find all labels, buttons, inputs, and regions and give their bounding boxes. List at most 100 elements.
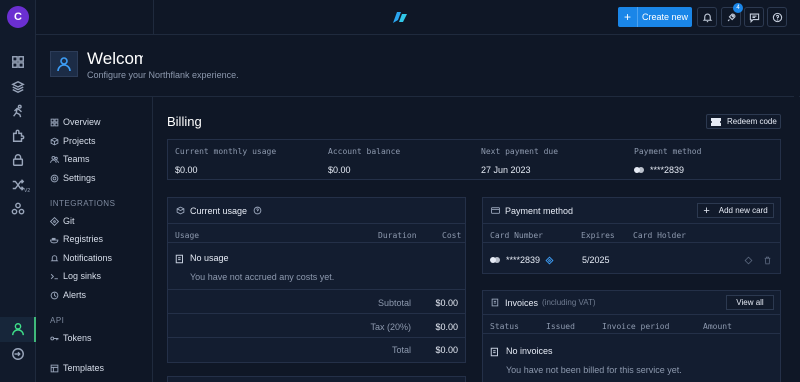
northflank-logo-icon[interactable] xyxy=(392,9,408,25)
summary-payment-method: Payment method ****2839 xyxy=(634,147,701,175)
column-header: Card Number xyxy=(490,231,543,240)
v2-label: V2 xyxy=(24,188,31,194)
create-new-label: Create new xyxy=(641,12,689,22)
card-expires: 5/2025 xyxy=(582,255,610,265)
default-card-icon xyxy=(545,255,554,265)
panel-title: Invoices xyxy=(505,297,539,308)
total-label: Total xyxy=(391,345,411,355)
key-icon xyxy=(50,336,59,340)
set-default-icon[interactable] xyxy=(744,256,753,265)
summary-value: 27 Jun 2023 xyxy=(481,165,531,175)
panel-note: (including VAT) xyxy=(542,298,596,307)
nav-label: Settings xyxy=(63,173,96,183)
empty-title: No usage xyxy=(190,253,229,263)
nav-item-tokens[interactable]: Tokens xyxy=(50,333,92,343)
column-header: Duration xyxy=(378,231,417,240)
add-new-card-button[interactable]: + Add new card xyxy=(697,203,774,218)
nav-label: Teams xyxy=(63,154,90,164)
puzzle-icon[interactable] xyxy=(10,128,26,144)
template-icon xyxy=(50,364,59,372)
card-number: ****2839 xyxy=(650,165,685,175)
notifications-button[interactable] xyxy=(697,7,717,27)
nav-section-integrations: INTEGRATIONS xyxy=(50,199,116,208)
invoices-panel: Invoices (including VAT) View all Status… xyxy=(482,290,781,382)
nav-item-projects[interactable]: Projects xyxy=(50,136,96,146)
bell-icon xyxy=(702,13,712,22)
summary-label: Next payment due xyxy=(481,147,559,156)
nav-item-notifications[interactable]: Notifications xyxy=(50,253,112,263)
column-header: Status xyxy=(490,322,519,331)
summary-value: $0.00 xyxy=(175,165,198,175)
card-number: ****2839 xyxy=(506,255,541,265)
divider xyxy=(168,313,465,314)
tax-value: $0.00 xyxy=(435,322,458,332)
payment-method-panel: Payment method + Add new card Card Numbe… xyxy=(482,197,781,274)
view-all-invoices-button[interactable]: View all xyxy=(726,295,774,310)
delete-card-icon[interactable] xyxy=(763,256,772,265)
running-icon[interactable] xyxy=(10,103,26,119)
create-new-button[interactable]: + Create new xyxy=(618,7,692,27)
logout-icon[interactable] xyxy=(10,346,26,362)
billing-title: Billing xyxy=(167,114,202,129)
nav-item-templates[interactable]: Templates xyxy=(50,363,104,373)
plus-icon: + xyxy=(618,7,638,27)
gear-icon xyxy=(50,174,59,182)
nav-item-teams[interactable]: Teams xyxy=(50,154,90,164)
subtotal-label: Subtotal xyxy=(377,298,411,308)
divider xyxy=(168,242,465,243)
receipt-icon xyxy=(175,254,183,264)
rail-item-account[interactable] xyxy=(0,317,36,342)
layers-icon[interactable] xyxy=(10,79,26,95)
nav-item-settings[interactable]: Settings xyxy=(50,173,96,183)
nav-section-api: API xyxy=(50,316,65,325)
summary-label: Payment method xyxy=(634,147,702,156)
nav-label: Overview xyxy=(63,117,101,127)
nav-item-overview[interactable]: Overview xyxy=(50,117,101,127)
plus-icon: + xyxy=(703,204,710,217)
redeem-code-button[interactable]: Redeem code xyxy=(706,114,781,129)
scrollbar-track[interactable] xyxy=(794,36,799,382)
welcome-user-icon xyxy=(50,51,78,77)
nav-item-registries[interactable]: Registries xyxy=(50,234,103,244)
cube-icon xyxy=(50,137,59,145)
nav-label: Projects xyxy=(63,136,96,146)
user-icon xyxy=(10,321,26,337)
column-header: Issued xyxy=(546,322,575,331)
nav-label: Notifications xyxy=(63,253,113,263)
add-card-label: Add new card xyxy=(718,206,768,215)
ticket-icon xyxy=(711,117,721,126)
page-title: Welcome xyxy=(87,49,143,68)
nav-label: Git xyxy=(63,216,75,226)
nav-item-git[interactable]: Git xyxy=(50,216,75,226)
nav-label: Log sinks xyxy=(63,271,102,281)
empty-title: No invoices xyxy=(506,346,553,356)
feedback-button[interactable] xyxy=(744,7,764,27)
top-bar: + Create new xyxy=(36,0,800,35)
summary-label: Current monthly usage xyxy=(175,147,277,156)
cube-icon xyxy=(176,206,185,215)
column-header: Invoice period xyxy=(602,322,670,331)
receipt-icon xyxy=(490,347,498,357)
docker-icon xyxy=(50,237,59,243)
terminal-icon xyxy=(50,273,58,279)
nav-label: Tokens xyxy=(63,333,92,343)
divider xyxy=(168,289,465,290)
nav-label: Templates xyxy=(63,363,105,373)
summary-balance: Account balance $0.00 xyxy=(328,147,400,175)
help-icon[interactable] xyxy=(253,206,262,215)
network-icon[interactable] xyxy=(10,201,26,217)
tax-label: Tax (20%) xyxy=(370,322,411,332)
lock-icon[interactable] xyxy=(10,152,26,168)
notification-badge: 4 xyxy=(733,3,743,13)
nav-item-alerts[interactable]: Alerts xyxy=(50,290,86,300)
git-icon xyxy=(50,216,59,226)
rocket-icon xyxy=(727,13,735,21)
dashboard-icon[interactable] xyxy=(10,54,26,70)
nav-item-log-sinks[interactable]: Log sinks xyxy=(50,271,101,281)
mastercard-icon xyxy=(634,167,644,173)
column-header: Cost xyxy=(442,231,462,240)
help-button[interactable] xyxy=(767,7,787,27)
column-header: Expires xyxy=(581,231,615,240)
column-header: Usage xyxy=(175,231,200,240)
avatar[interactable]: C xyxy=(7,6,29,28)
